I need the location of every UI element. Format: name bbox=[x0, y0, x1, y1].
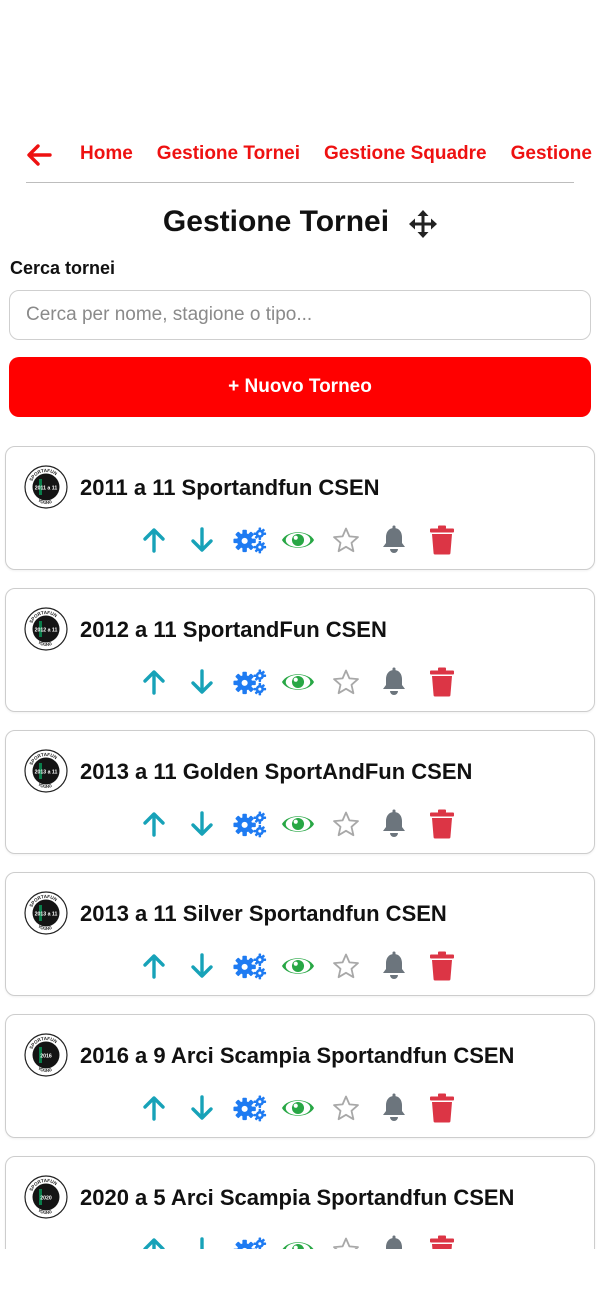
nav-divider bbox=[26, 182, 574, 183]
svg-text:2012 a 11: 2012 a 11 bbox=[35, 628, 58, 634]
tournament-actions bbox=[137, 520, 473, 560]
tournament-logo: 2013 a 11 SPORTAFUN YOUNG bbox=[24, 749, 68, 793]
trash-icon[interactable] bbox=[425, 1233, 459, 1249]
svg-text:2013 a 11: 2013 a 11 bbox=[35, 912, 58, 918]
arrow-up-icon[interactable] bbox=[137, 665, 171, 699]
trash-icon[interactable] bbox=[425, 523, 459, 557]
tournament-name[interactable]: 2012 a 11 SportandFun CSEN bbox=[80, 617, 387, 643]
arrow-up-icon[interactable] bbox=[137, 807, 171, 841]
eye-icon[interactable] bbox=[281, 807, 315, 841]
arrow-up-icon[interactable] bbox=[137, 1233, 171, 1249]
tournament-actions bbox=[137, 1230, 473, 1249]
tournament-card: 2016 SPORTAFUN YOUNG 2016 a 9 Arci Scamp… bbox=[5, 1014, 595, 1138]
top-nav: Home Gestione Tornei Gestione Squadre Ge… bbox=[0, 128, 600, 184]
star-icon[interactable] bbox=[329, 1233, 363, 1249]
gears-icon[interactable] bbox=[233, 523, 267, 557]
tournament-actions bbox=[137, 946, 473, 986]
tournament-name[interactable]: 2011 a 11 Sportandfun CSEN bbox=[80, 475, 380, 501]
tournament-logo: 2012 a 11 SPORTAFUN YOUNG bbox=[24, 607, 68, 651]
svg-text:2016: 2016 bbox=[40, 1054, 52, 1060]
tournament-card: 2013 a 11 SPORTAFUN YOUNG 2013 a 11 Gold… bbox=[5, 730, 595, 854]
svg-text:2011 a 11: 2011 a 11 bbox=[35, 486, 58, 492]
star-icon[interactable] bbox=[329, 1091, 363, 1125]
eye-icon[interactable] bbox=[281, 1233, 315, 1249]
tournament-card: 2013 a 11 SPORTAFUN YOUNG 2013 a 11 Silv… bbox=[5, 872, 595, 996]
tournament-logo: 2013 a 11 SPORTAFUN YOUNG bbox=[24, 891, 68, 935]
eye-icon[interactable] bbox=[281, 665, 315, 699]
arrow-down-icon[interactable] bbox=[185, 523, 219, 557]
arrow-down-icon[interactable] bbox=[185, 1233, 219, 1249]
arrow-up-icon[interactable] bbox=[137, 523, 171, 557]
gears-icon[interactable] bbox=[233, 949, 267, 983]
star-icon[interactable] bbox=[329, 807, 363, 841]
nav-link-gestione-squadre[interactable]: Gestione Squadre bbox=[324, 143, 487, 165]
gears-icon[interactable] bbox=[233, 665, 267, 699]
tournament-logo: 2016 SPORTAFUN YOUNG bbox=[24, 1033, 68, 1077]
star-icon[interactable] bbox=[329, 523, 363, 557]
tournament-actions bbox=[137, 662, 473, 702]
arrow-down-icon[interactable] bbox=[185, 807, 219, 841]
bell-icon[interactable] bbox=[377, 807, 411, 841]
nav-links: Home Gestione Tornei Gestione Squadre Ge… bbox=[80, 143, 592, 165]
gears-icon[interactable] bbox=[233, 1233, 267, 1249]
eye-icon[interactable] bbox=[281, 523, 315, 557]
star-icon[interactable] bbox=[329, 949, 363, 983]
new-tournament-button[interactable]: + Nuovo Torneo bbox=[9, 357, 591, 417]
page-title: Gestione Tornei bbox=[162, 205, 390, 238]
svg-text:2013 a 11: 2013 a 11 bbox=[35, 770, 58, 776]
arrow-down-icon[interactable] bbox=[185, 665, 219, 699]
tournament-name[interactable]: 2013 a 11 Silver Sportandfun CSEN bbox=[80, 901, 447, 927]
trash-icon[interactable] bbox=[425, 1091, 459, 1125]
trash-icon[interactable] bbox=[425, 807, 459, 841]
eye-icon[interactable] bbox=[281, 949, 315, 983]
page-header: Gestione Tornei bbox=[0, 200, 600, 244]
search-label: Cerca tornei bbox=[10, 258, 116, 278]
arrow-down-icon[interactable] bbox=[185, 1091, 219, 1125]
arrow-left-icon[interactable] bbox=[26, 144, 52, 166]
trash-icon[interactable] bbox=[425, 949, 459, 983]
svg-text:2020: 2020 bbox=[40, 1196, 52, 1202]
nav-link-gestione-tornei[interactable]: Gestione Tornei bbox=[157, 143, 300, 165]
move-arrows-icon[interactable] bbox=[409, 210, 438, 238]
tournament-actions bbox=[137, 804, 473, 844]
tournament-list: 2011 a 11 SPORTAFUN YOUNG 2011 a 11 Spor… bbox=[0, 446, 600, 1249]
tournament-logo: 2011 a 11 SPORTAFUN YOUNG bbox=[24, 465, 68, 509]
gears-icon[interactable] bbox=[233, 807, 267, 841]
bell-icon[interactable] bbox=[377, 1233, 411, 1249]
bell-icon[interactable] bbox=[377, 1091, 411, 1125]
tournament-name[interactable]: 2013 a 11 Golden SportAndFun CSEN bbox=[80, 759, 472, 785]
tournament-name[interactable]: 2016 a 9 Arci Scampia Sportandfun CSEN bbox=[80, 1043, 514, 1069]
tournament-name[interactable]: 2020 a 5 Arci Scampia Sportandfun CSEN bbox=[80, 1185, 514, 1211]
tournament-logo: 2020 SPORTAFUN YOUNG bbox=[24, 1175, 68, 1219]
arrow-down-icon[interactable] bbox=[185, 949, 219, 983]
nav-link-gestione[interactable]: Gestione bbox=[511, 143, 592, 165]
gears-icon[interactable] bbox=[233, 1091, 267, 1125]
tournament-card: 2020 SPORTAFUN YOUNG 2020 a 5 Arci Scamp… bbox=[5, 1156, 595, 1249]
tournament-card: 2012 a 11 SPORTAFUN YOUNG 2012 a 11 Spor… bbox=[5, 588, 595, 712]
nav-link-home[interactable]: Home bbox=[80, 143, 133, 165]
trash-icon[interactable] bbox=[425, 665, 459, 699]
star-icon[interactable] bbox=[329, 665, 363, 699]
bell-icon[interactable] bbox=[377, 949, 411, 983]
search-input[interactable] bbox=[9, 290, 591, 340]
tournament-actions bbox=[137, 1088, 473, 1128]
tournament-card: 2011 a 11 SPORTAFUN YOUNG 2011 a 11 Spor… bbox=[5, 446, 595, 570]
arrow-up-icon[interactable] bbox=[137, 949, 171, 983]
arrow-up-icon[interactable] bbox=[137, 1091, 171, 1125]
bell-icon[interactable] bbox=[377, 523, 411, 557]
bell-icon[interactable] bbox=[377, 665, 411, 699]
eye-icon[interactable] bbox=[281, 1091, 315, 1125]
